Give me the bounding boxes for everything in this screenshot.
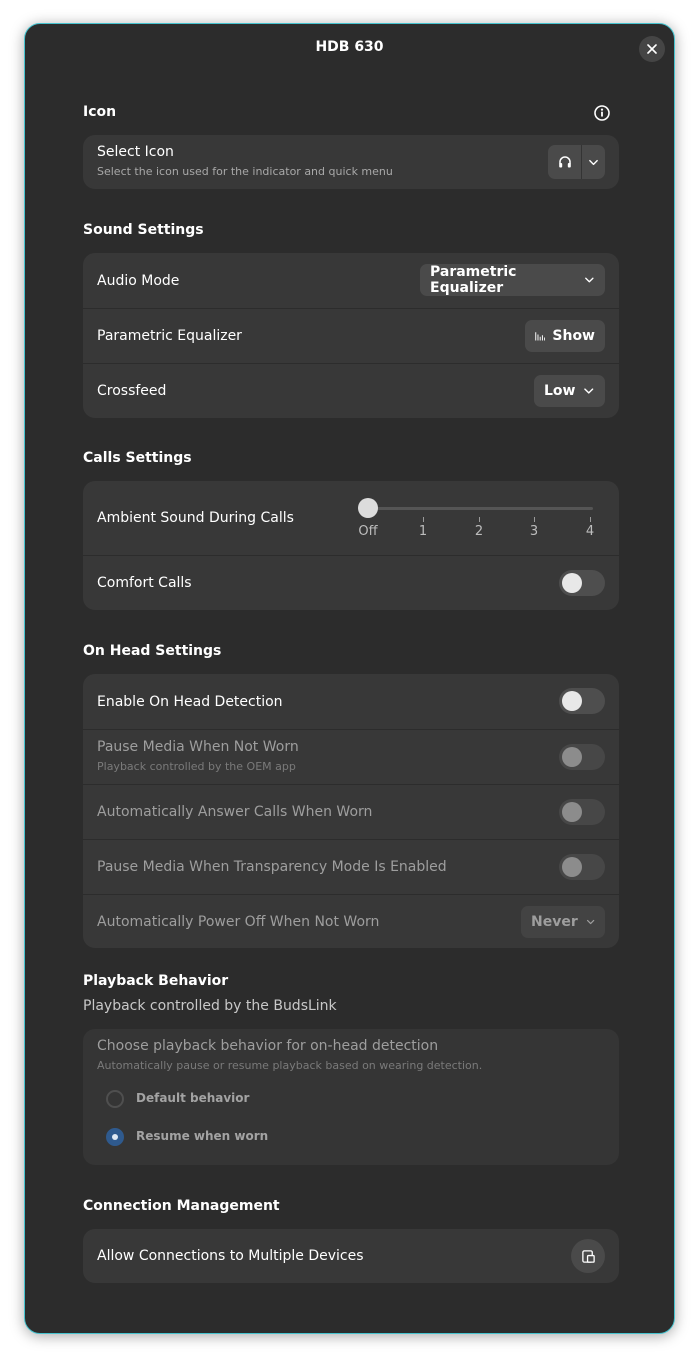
parametric-equalizer-label: Parametric Equalizer <box>97 328 242 344</box>
auto-answer-switch[interactable] <box>559 799 605 825</box>
pause-not-worn-switch[interactable] <box>559 744 605 770</box>
dialog-title: HDB 630 <box>315 39 384 55</box>
icon-card: Select Icon Select the icon used for the… <box>83 135 619 189</box>
slider-tick-label: 4 <box>585 524 595 539</box>
auto-answer-label: Automatically Answer Calls When Worn <box>97 804 373 820</box>
audio-mode-dropdown[interactable]: Parametric Equalizer <box>420 264 605 296</box>
section-title-playback: Playback Behavior <box>83 973 229 989</box>
audio-mode-label: Audio Mode <box>97 272 180 289</box>
multi-device-label: Allow Connections to Multiple Devices <box>97 1248 364 1264</box>
multi-device-button[interactable] <box>571 1239 605 1273</box>
switch-knob <box>562 857 582 877</box>
slider-tick-label: 1 <box>418 524 428 539</box>
section-title-on-head: On Head Settings <box>83 643 222 659</box>
auto-power-off-label: Automatically Power Off When Not Worn <box>97 914 380 930</box>
radio-default-behavior-label: Default behavior <box>136 1091 250 1105</box>
select-icon-label: Select Icon <box>97 144 174 160</box>
slider-tick-label: Off <box>358 524 378 539</box>
chevron-down-icon <box>585 277 594 283</box>
select-icon-row: Select Icon Select the icon used for the… <box>83 135 619 189</box>
close-button[interactable] <box>639 36 665 62</box>
radio-default-behavior[interactable] <box>106 1090 124 1108</box>
enable-on-head-row: Enable On Head Detection <box>83 674 619 729</box>
section-title-icon: Icon <box>83 104 117 120</box>
crossfeed-row: Crossfeed Low <box>83 363 619 418</box>
radio-resume-when-worn-label: Resume when worn <box>136 1129 269 1143</box>
chevron-down-icon <box>584 388 594 394</box>
ambient-slider-handle[interactable] <box>358 498 378 518</box>
icon-picker <box>548 145 605 179</box>
slider-tick <box>479 517 480 522</box>
switch-knob <box>562 747 582 767</box>
ambient-sound-label: Ambient Sound During Calls <box>97 510 294 526</box>
info-icon[interactable] <box>593 104 611 122</box>
pause-not-worn-subtitle: Playback controlled by the OEM app <box>97 760 296 773</box>
devices-icon <box>581 1249 595 1263</box>
pause-transparency-row: Pause Media When Transparency Mode Is En… <box>83 839 619 894</box>
multi-device-row: Allow Connections to Multiple Devices <box>83 1229 619 1283</box>
pause-transparency-label: Pause Media When Transparency Mode Is En… <box>97 859 447 875</box>
parametric-equalizer-row: Parametric Equalizer Show <box>83 308 619 363</box>
enable-on-head-switch[interactable] <box>559 688 605 714</box>
section-subtitle-playback: Playback controlled by the BudsLink <box>83 998 337 1014</box>
connection-card: Allow Connections to Multiple Devices <box>83 1229 619 1283</box>
slider-tick-label: 2 <box>474 524 484 539</box>
slider-tick <box>590 517 591 522</box>
sound-card: Audio Mode Parametric Equalizer Parametr… <box>83 253 619 418</box>
radio-resume-when-worn[interactable] <box>106 1128 124 1146</box>
close-icon <box>647 44 657 54</box>
slider-tick-label: 3 <box>529 524 539 539</box>
pause-not-worn-label: Pause Media When Not Worn <box>97 739 299 755</box>
crossfeed-dropdown[interactable]: Low <box>534 375 605 407</box>
switch-knob <box>562 691 582 711</box>
auto-power-off-row: Automatically Power Off When Not Worn Ne… <box>83 894 619 948</box>
auto-power-off-value: Never <box>531 914 578 930</box>
crossfeed-value: Low <box>544 383 576 399</box>
switch-knob <box>562 573 582 593</box>
playback-choose-subtitle: Automatically pause or resume playback b… <box>97 1059 483 1072</box>
select-icon-subtitle: Select the icon used for the indicator a… <box>97 165 393 178</box>
chevron-down-icon <box>586 919 595 925</box>
section-title-sound: Sound Settings <box>83 222 204 238</box>
icon-picker-button[interactable] <box>548 145 581 179</box>
section-title-connection: Connection Management <box>83 1198 280 1214</box>
slider-tick <box>423 517 424 522</box>
enable-on-head-label: Enable On Head Detection <box>97 693 283 710</box>
pause-not-worn-row: Pause Media When Not Worn Playback contr… <box>83 729 619 784</box>
show-equalizer-label: Show <box>552 328 595 344</box>
slider-tick <box>534 517 535 522</box>
chevron-down-icon <box>589 159 598 165</box>
icon-picker-dropdown[interactable] <box>582 145 605 179</box>
comfort-calls-row: Comfort Calls <box>83 555 619 610</box>
playback-choose-label: Choose playback behavior for on-head det… <box>97 1038 439 1054</box>
equalizer-icon <box>535 332 546 341</box>
audio-mode-row: Audio Mode Parametric Equalizer <box>83 253 619 308</box>
crossfeed-label: Crossfeed <box>97 383 167 399</box>
playback-card: Choose playback behavior for on-head det… <box>83 1029 619 1165</box>
audio-mode-value: Parametric Equalizer <box>430 264 517 296</box>
section-title-calls: Calls Settings <box>83 450 192 466</box>
ambient-slider-track[interactable] <box>369 507 593 510</box>
comfort-calls-switch[interactable] <box>559 570 605 596</box>
on-head-card: Enable On Head Detection Pause Media Whe… <box>83 674 619 948</box>
settings-dialog: HDB 630 Icon Select Icon Select the icon… <box>24 23 675 1334</box>
auto-answer-row: Automatically Answer Calls When Worn <box>83 784 619 839</box>
switch-knob <box>562 802 582 822</box>
show-equalizer-button[interactable]: Show <box>525 320 605 352</box>
headphones-icon <box>558 156 571 168</box>
ambient-sound-row: Ambient Sound During Calls Off 1 2 3 4 <box>83 481 619 555</box>
auto-power-off-dropdown[interactable]: Never <box>521 906 605 938</box>
comfort-calls-label: Comfort Calls <box>97 575 192 591</box>
pause-transparency-switch[interactable] <box>559 854 605 880</box>
calls-card: Ambient Sound During Calls Off 1 2 3 4 C… <box>83 481 619 610</box>
